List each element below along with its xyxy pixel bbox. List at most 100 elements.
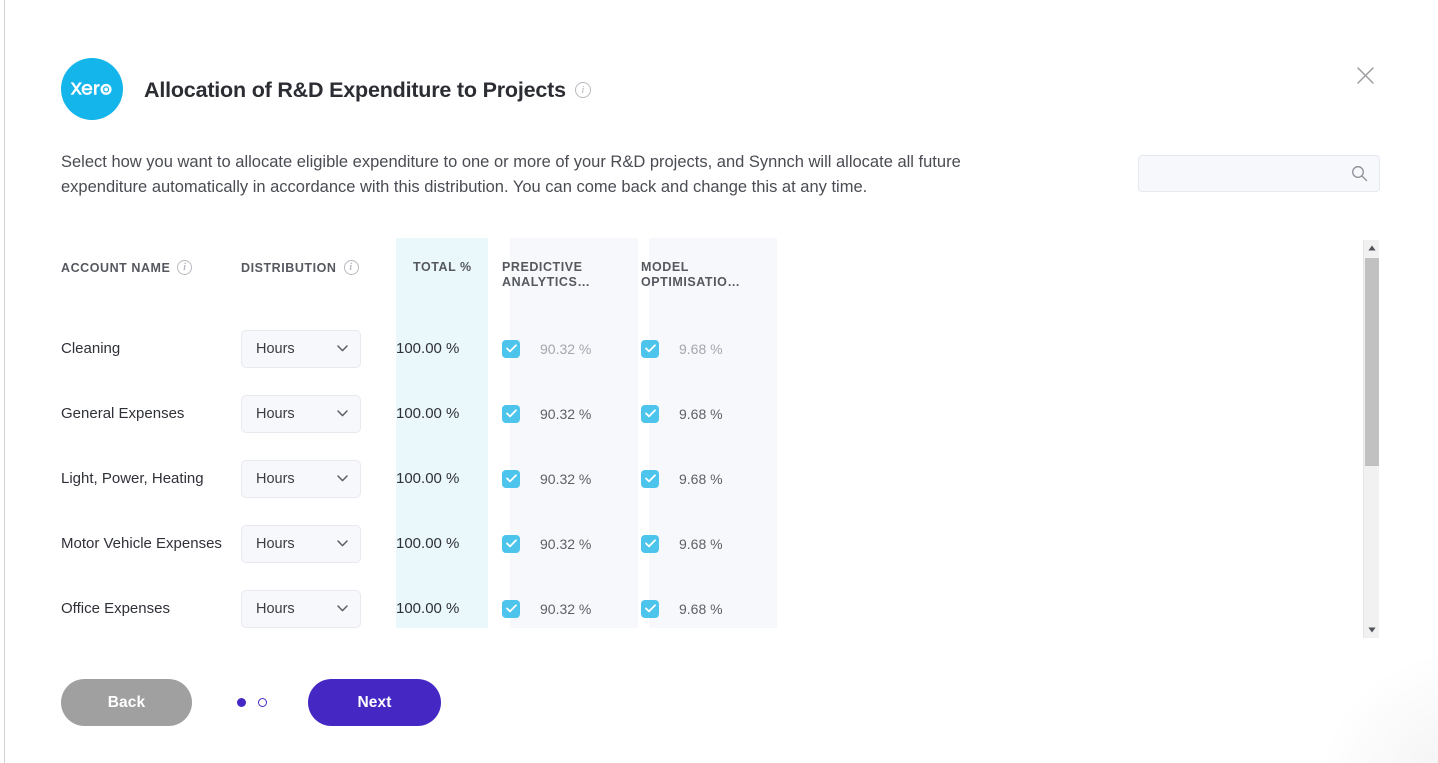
- project-checkbox[interactable]: [641, 469, 659, 488]
- project-checkbox[interactable]: [502, 534, 520, 553]
- allocation-modal: Allocation of R&D Expenditure to Project…: [0, 0, 1438, 763]
- account-name-cell: Cleaning: [61, 340, 121, 357]
- distribution-select[interactable]: Hours: [241, 589, 361, 628]
- distribution-info-icon[interactable]: i: [343, 260, 359, 275]
- project-allocation-pct: 90.32 %: [540, 340, 592, 357]
- project-allocation-pct: 9.68 %: [679, 535, 723, 552]
- distribution-cell: Hours: [241, 316, 396, 381]
- distribution-select[interactable]: Hours: [241, 459, 361, 498]
- pagination-dots: [237, 698, 267, 707]
- pagination-dot-1[interactable]: [258, 698, 267, 707]
- search-icon[interactable]: [1349, 164, 1369, 184]
- chevron-down-icon: [337, 475, 348, 482]
- project-allocation-pct: 9.68 %: [679, 600, 723, 617]
- distribution-select-value: Hours: [256, 470, 295, 487]
- page-title: Allocation of R&D Expenditure to Project…: [144, 77, 566, 102]
- account-name-header-label: ACCOUNT NAME: [61, 260, 171, 275]
- project-allocation-pct: 9.68 %: [679, 405, 723, 422]
- project-allocation-pct: 90.32 %: [540, 535, 592, 552]
- xero-logo-icon: [61, 58, 123, 120]
- distribution-select[interactable]: Hours: [241, 329, 361, 368]
- account-name-cell: Office Expenses: [61, 600, 170, 617]
- pagination-dot-0[interactable]: [237, 698, 246, 707]
- account-name-cell: General Expenses: [61, 405, 185, 422]
- project-allocation-cell: 90.32 %: [488, 446, 627, 511]
- total-pct-header-label: TOTAL %: [413, 260, 472, 274]
- project-allocation-cell: 90.32 %: [488, 511, 627, 576]
- table-row: Motor Vehicle Expenses Hours 100.00 % 90.32…: [61, 511, 767, 576]
- project-1-header-label: MODEL OPTIMISATIO…: [641, 260, 741, 289]
- chevron-down-icon: [337, 540, 348, 547]
- total-pct-cell: 100.00 %: [396, 600, 460, 617]
- scrollbar-thumb[interactable]: [1365, 258, 1379, 466]
- back-button[interactable]: Back: [61, 679, 192, 726]
- distribution-cell: Hours: [241, 576, 396, 641]
- search-box[interactable]: [1138, 155, 1380, 192]
- project-checkbox[interactable]: [641, 534, 659, 553]
- distribution-select-value: Hours: [256, 340, 295, 357]
- account-name-cell: Light, Power, Heating: [61, 470, 204, 487]
- project-checkbox[interactable]: [641, 404, 659, 423]
- distribution-header-label: DISTRIBUTION: [241, 260, 337, 275]
- distribution-cell: Hours: [241, 511, 396, 576]
- allocation-table-region: ACCOUNT NAME i DISTRIBUTION i TOTAL % PR…: [61, 238, 1381, 638]
- account-name-info-icon[interactable]: i: [177, 260, 193, 275]
- project-checkbox[interactable]: [502, 404, 520, 423]
- project-checkbox[interactable]: [641, 339, 659, 358]
- distribution-cell: Hours: [241, 446, 396, 511]
- total-pct-cell: 100.00 %: [396, 470, 460, 487]
- table-body: Cleaning Hours 100.00 % 90.32 % 9.68 % Genera…: [61, 316, 767, 641]
- project-allocation-pct: 9.68 %: [679, 470, 723, 487]
- project-allocation-cell: 9.68 %: [627, 446, 767, 511]
- page-title-group: Allocation of R&D Expenditure to Project…: [144, 76, 591, 103]
- distribution-cell: Hours: [241, 381, 396, 446]
- window-left-divider: [4, 0, 5, 763]
- table-row: General Expenses Hours 100.00 % 90.32 % 9.68…: [61, 381, 767, 446]
- distribution-select[interactable]: Hours: [241, 394, 361, 433]
- project-allocation-cell: 9.68 %: [627, 316, 767, 381]
- next-button[interactable]: Next: [308, 679, 441, 726]
- project-allocation-pct: 9.68 %: [679, 340, 723, 357]
- corner-shadow: [1308, 643, 1438, 763]
- project-checkbox[interactable]: [502, 469, 520, 488]
- account-name-cell: Motor Vehicle Expenses: [61, 535, 222, 552]
- chevron-down-icon: [337, 410, 348, 417]
- modal-description: Select how you want to allocate eligible…: [61, 153, 961, 196]
- project-allocation-pct: 90.32 %: [540, 405, 592, 422]
- modal-header: Allocation of R&D Expenditure to Project…: [61, 58, 591, 120]
- project-checkbox[interactable]: [502, 339, 520, 358]
- distribution-select[interactable]: Hours: [241, 524, 361, 563]
- project-allocation-cell: 90.32 %: [488, 576, 627, 641]
- project-0-header-label: PREDICTIVE ANALYTICS…: [502, 260, 591, 289]
- table-head: ACCOUNT NAME i DISTRIBUTION i TOTAL % PR…: [61, 238, 767, 316]
- project-allocation-cell: 90.32 %: [488, 381, 627, 446]
- total-pct-cell: 100.00 %: [396, 405, 460, 422]
- column-header-account-name: ACCOUNT NAME i: [61, 238, 241, 316]
- column-header-project-1: MODEL OPTIMISATIO…: [627, 238, 767, 316]
- distribution-select-value: Hours: [256, 600, 295, 617]
- chevron-down-icon: [337, 605, 348, 612]
- project-allocation-cell: 90.32 %: [488, 316, 627, 381]
- search-input[interactable]: [1151, 156, 1349, 191]
- table-scrollbar[interactable]: [1363, 240, 1379, 638]
- table-row: Cleaning Hours 100.00 % 90.32 % 9.68 %: [61, 316, 767, 381]
- project-allocation-cell: 9.68 %: [627, 511, 767, 576]
- close-icon[interactable]: [1350, 60, 1380, 90]
- total-pct-cell: 100.00 %: [396, 340, 460, 357]
- allocation-table: ACCOUNT NAME i DISTRIBUTION i TOTAL % PR…: [61, 238, 767, 641]
- column-header-project-0: PREDICTIVE ANALYTICS…: [488, 238, 627, 316]
- total-pct-cell: 100.00 %: [396, 535, 460, 552]
- chevron-down-icon: [337, 345, 348, 352]
- project-checkbox[interactable]: [641, 599, 659, 618]
- modal-footer: Back Next: [61, 679, 441, 726]
- project-allocation-pct: 90.32 %: [540, 470, 592, 487]
- table-row: Office Expenses Hours 100.00 % 90.32 % 9.68 …: [61, 576, 767, 641]
- column-header-total-pct: TOTAL %: [396, 238, 488, 316]
- project-allocation-cell: 9.68 %: [627, 576, 767, 641]
- column-header-distribution: DISTRIBUTION i: [241, 238, 396, 316]
- scroll-up-icon[interactable]: [1364, 240, 1380, 256]
- title-info-icon[interactable]: i: [574, 82, 591, 98]
- scroll-down-icon[interactable]: [1364, 622, 1380, 638]
- project-allocation-pct: 90.32 %: [540, 600, 592, 617]
- project-checkbox[interactable]: [502, 599, 520, 618]
